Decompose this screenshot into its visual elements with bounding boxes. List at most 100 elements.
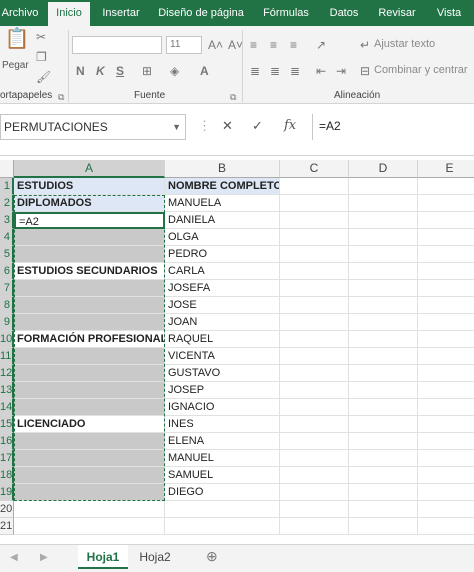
row-header[interactable]: 1 xyxy=(0,178,14,195)
cell-d16[interactable] xyxy=(349,433,418,450)
increase-indent-icon[interactable]: ⇥ xyxy=(336,64,346,78)
tab-insertar[interactable]: Insertar xyxy=(98,0,144,26)
cell-d5[interactable] xyxy=(349,246,418,263)
merge-center-button[interactable]: Combinar y centrar xyxy=(374,64,468,76)
row-header[interactable]: 21 xyxy=(0,518,14,535)
cell-d6[interactable] xyxy=(349,263,418,280)
underline-button[interactable]: S xyxy=(116,64,124,78)
font-size-combo[interactable]: 11 xyxy=(166,36,202,54)
tab-revisar[interactable]: Revisar xyxy=(374,0,420,26)
row-header[interactable]: 19 xyxy=(0,484,14,501)
font-color-icon[interactable]: A xyxy=(200,64,209,78)
cell-c18[interactable] xyxy=(280,467,349,484)
column-header-e[interactable]: E xyxy=(418,160,474,178)
cell-c8[interactable] xyxy=(280,297,349,314)
cell-e5[interactable] xyxy=(418,246,474,263)
align-left-icon[interactable]: ≣ xyxy=(250,64,260,78)
align-middle-icon[interactable]: ≡ xyxy=(270,38,277,52)
increase-font-icon[interactable]: A˄ xyxy=(208,38,223,52)
cell-c21[interactable] xyxy=(280,518,349,535)
bold-button[interactable]: N xyxy=(76,64,85,78)
cell-c1[interactable] xyxy=(280,178,349,195)
cell-a19[interactable] xyxy=(14,484,165,501)
cell-a17[interactable] xyxy=(14,450,165,467)
cell-a13[interactable] xyxy=(14,382,165,399)
cell-d7[interactable] xyxy=(349,280,418,297)
chevron-down-icon[interactable]: ▼ xyxy=(172,115,181,139)
cell-d4[interactable] xyxy=(349,229,418,246)
row-header[interactable]: 8 xyxy=(0,297,14,314)
column-header-b[interactable]: B xyxy=(165,160,280,178)
fx-icon[interactable]: fx xyxy=(284,118,296,133)
cell-d3[interactable] xyxy=(349,212,418,229)
scroll-left-icon[interactable]: ◀ xyxy=(10,551,18,565)
cell-b17[interactable]: MANUEL xyxy=(165,450,280,467)
cell-c9[interactable] xyxy=(280,314,349,331)
cell-b8[interactable]: JOSE xyxy=(165,297,280,314)
dialog-launcher-icon[interactable]: ⧉ xyxy=(58,90,64,104)
cell-d11[interactable] xyxy=(349,348,418,365)
cell-b10[interactable]: RAQUEL xyxy=(165,331,280,348)
cell-e16[interactable] xyxy=(418,433,474,450)
wrap-text-button[interactable]: Ajustar texto xyxy=(374,38,435,50)
row-header[interactable]: 13 xyxy=(0,382,14,399)
tab-archivo[interactable]: Archivo xyxy=(0,0,40,26)
formula-input[interactable]: =A2 xyxy=(312,114,474,140)
decrease-indent-icon[interactable]: ⇤ xyxy=(316,64,326,78)
row-header[interactable]: 17 xyxy=(0,450,14,467)
cell-c10[interactable] xyxy=(280,331,349,348)
cell-e6[interactable] xyxy=(418,263,474,280)
cell-e11[interactable] xyxy=(418,348,474,365)
cell-c13[interactable] xyxy=(280,382,349,399)
cell-c17[interactable] xyxy=(280,450,349,467)
cell-b16[interactable]: ELENA xyxy=(165,433,280,450)
row-header[interactable]: 15 xyxy=(0,416,14,433)
row-header[interactable]: 2 xyxy=(0,195,14,212)
cell-e15[interactable] xyxy=(418,416,474,433)
name-box[interactable]: PERMUTACIONES ▼ xyxy=(0,114,186,140)
cell-c16[interactable] xyxy=(280,433,349,450)
cell-e8[interactable] xyxy=(418,297,474,314)
tab-formulas[interactable]: Fórmulas xyxy=(258,0,314,26)
column-header-a[interactable]: A xyxy=(14,160,165,178)
cut-icon[interactable]: ✂ xyxy=(36,30,46,44)
scroll-right-icon[interactable]: ▶ xyxy=(40,551,48,565)
cell-b20[interactable] xyxy=(165,501,280,518)
cell-c6[interactable] xyxy=(280,263,349,280)
column-header-d[interactable]: D xyxy=(349,160,418,178)
cell-e18[interactable] xyxy=(418,467,474,484)
font-name-combo[interactable] xyxy=(72,36,162,54)
cell-d10[interactable] xyxy=(349,331,418,348)
cell-b9[interactable]: JOAN xyxy=(165,314,280,331)
align-top-icon[interactable]: ≡ xyxy=(250,38,257,52)
cell-b14[interactable]: IGNACIO xyxy=(165,399,280,416)
add-sheet-icon[interactable]: ⊕ xyxy=(206,549,218,563)
row-header[interactable]: 14 xyxy=(0,399,14,416)
row-header[interactable]: 18 xyxy=(0,467,14,484)
align-center-icon[interactable]: ≣ xyxy=(270,64,280,78)
tab-inicio[interactable]: Inicio xyxy=(48,2,90,26)
cell-a14[interactable] xyxy=(14,399,165,416)
cell-c7[interactable] xyxy=(280,280,349,297)
sheet-tab-hoja2[interactable]: Hoja2 xyxy=(132,545,178,569)
cell-a7[interactable] xyxy=(14,280,165,297)
sheet-tab-hoja1[interactable]: Hoja1 xyxy=(78,545,128,569)
cell-a8[interactable] xyxy=(14,297,165,314)
cell-e2[interactable] xyxy=(418,195,474,212)
cell-e14[interactable] xyxy=(418,399,474,416)
cell-d15[interactable] xyxy=(349,416,418,433)
cell-a12[interactable] xyxy=(14,365,165,382)
cell-e20[interactable] xyxy=(418,501,474,518)
cell-c15[interactable] xyxy=(280,416,349,433)
tab-datos[interactable]: Datos xyxy=(324,0,364,26)
cell-b4[interactable]: OLGA xyxy=(165,229,280,246)
select-all-corner[interactable] xyxy=(0,160,14,178)
align-right-icon[interactable]: ≣ xyxy=(290,64,300,78)
cell-d13[interactable] xyxy=(349,382,418,399)
cell-b13[interactable]: JOSEP xyxy=(165,382,280,399)
align-bottom-icon[interactable]: ≡ xyxy=(290,38,297,52)
cell-e1[interactable] xyxy=(418,178,474,195)
cell-a16[interactable] xyxy=(14,433,165,450)
fill-color-icon[interactable]: ◈ xyxy=(170,64,179,78)
cell-a10[interactable]: FORMACIÓN PROFESIONAL xyxy=(14,331,165,348)
